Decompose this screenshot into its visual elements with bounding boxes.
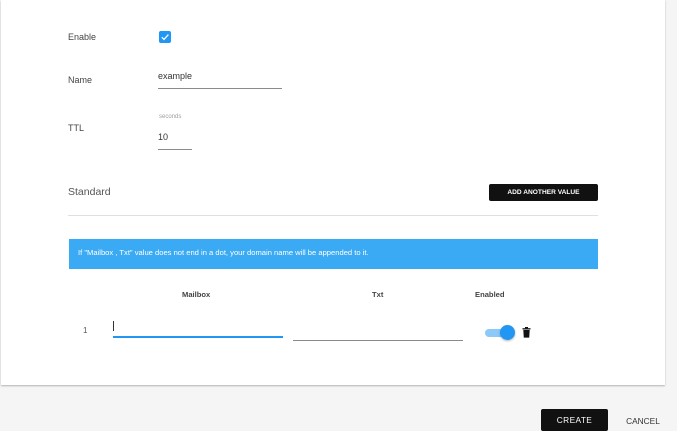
column-header-txt: Txt bbox=[372, 290, 384, 299]
section-title: Standard bbox=[68, 186, 111, 198]
ttl-input-value: 10 bbox=[158, 132, 169, 142]
name-input[interactable]: example bbox=[158, 71, 282, 89]
ttl-helper-text: seconds bbox=[159, 114, 182, 120]
create-button[interactable]: CREATE bbox=[541, 409, 608, 431]
name-input-value: example bbox=[158, 71, 193, 81]
ttl-input[interactable]: 10 bbox=[158, 132, 192, 150]
mailbox-input[interactable] bbox=[113, 321, 283, 338]
add-another-value-button[interactable]: ADD ANOTHER VALUE bbox=[489, 184, 598, 201]
section-divider bbox=[68, 215, 598, 216]
ttl-label: TTL bbox=[68, 123, 85, 133]
toggle-thumb bbox=[500, 325, 515, 340]
info-banner: If "Mailbox , Txt" value does not end in… bbox=[69, 239, 598, 269]
column-header-mailbox: Mailbox bbox=[182, 290, 211, 299]
column-header-enabled: Enabled bbox=[475, 290, 505, 299]
enable-checkbox[interactable] bbox=[159, 31, 171, 43]
text-caret bbox=[113, 321, 114, 331]
delete-row-button[interactable] bbox=[522, 325, 531, 343]
enabled-toggle[interactable] bbox=[485, 325, 517, 341]
txt-input[interactable] bbox=[293, 325, 463, 341]
trash-icon bbox=[522, 327, 531, 338]
cancel-button[interactable]: CANCEL bbox=[617, 411, 669, 430]
name-label: Name bbox=[68, 75, 93, 85]
info-banner-text: If "Mailbox , Txt" value does not end in… bbox=[78, 248, 369, 257]
check-icon bbox=[161, 34, 169, 41]
enable-label: Enable bbox=[68, 32, 97, 42]
row-index: 1 bbox=[83, 326, 88, 335]
